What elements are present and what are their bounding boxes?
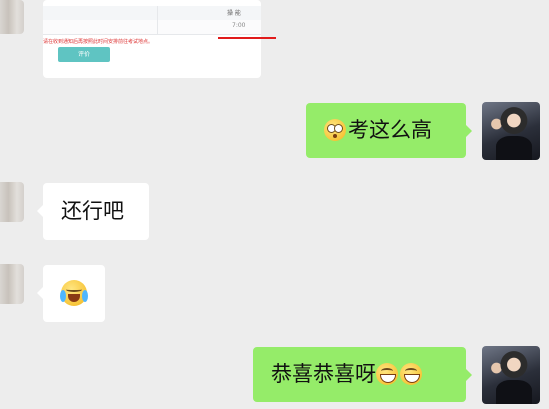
surprised-face-icon: [324, 119, 346, 141]
message-text: 考这么高: [348, 118, 432, 142]
message-bubble-self[interactable]: 考这么高: [306, 103, 472, 158]
message-bubble-other[interactable]: 还行吧: [37, 183, 149, 240]
screenshot-evaluate-button: 评价: [58, 47, 110, 62]
avatar-self[interactable]: [482, 346, 540, 404]
message-bubble-self[interactable]: 恭喜恭喜呀: [253, 347, 472, 402]
message-text: 恭喜恭喜呀: [271, 362, 376, 386]
shared-screenshot-message[interactable]: 操 能 7:00 请在收到通知后再按照此时间安排前往考试地点。 评价: [43, 0, 261, 78]
grinning-face-icon: [376, 363, 398, 385]
avatar-contact[interactable]: [0, 0, 24, 34]
avatar-self[interactable]: [482, 102, 540, 160]
screenshot-column-divider: [157, 6, 158, 34]
screenshot-table-row: [43, 20, 261, 35]
screenshot-note-text: 请在收到通知后再按照此时间安排前往考试地点。: [43, 39, 154, 45]
crying-laughing-face-icon: [60, 280, 88, 306]
screenshot-header-label: 操 能: [227, 10, 241, 17]
message-bubble-other[interactable]: [37, 265, 105, 322]
avatar-contact[interactable]: [0, 182, 24, 222]
screenshot-cell-value: 7:00: [232, 22, 246, 29]
message-text: 还行吧: [61, 199, 124, 223]
grinning-face-icon: [400, 363, 422, 385]
annotation-red-underline: [218, 37, 276, 39]
avatar-contact[interactable]: [0, 264, 24, 304]
